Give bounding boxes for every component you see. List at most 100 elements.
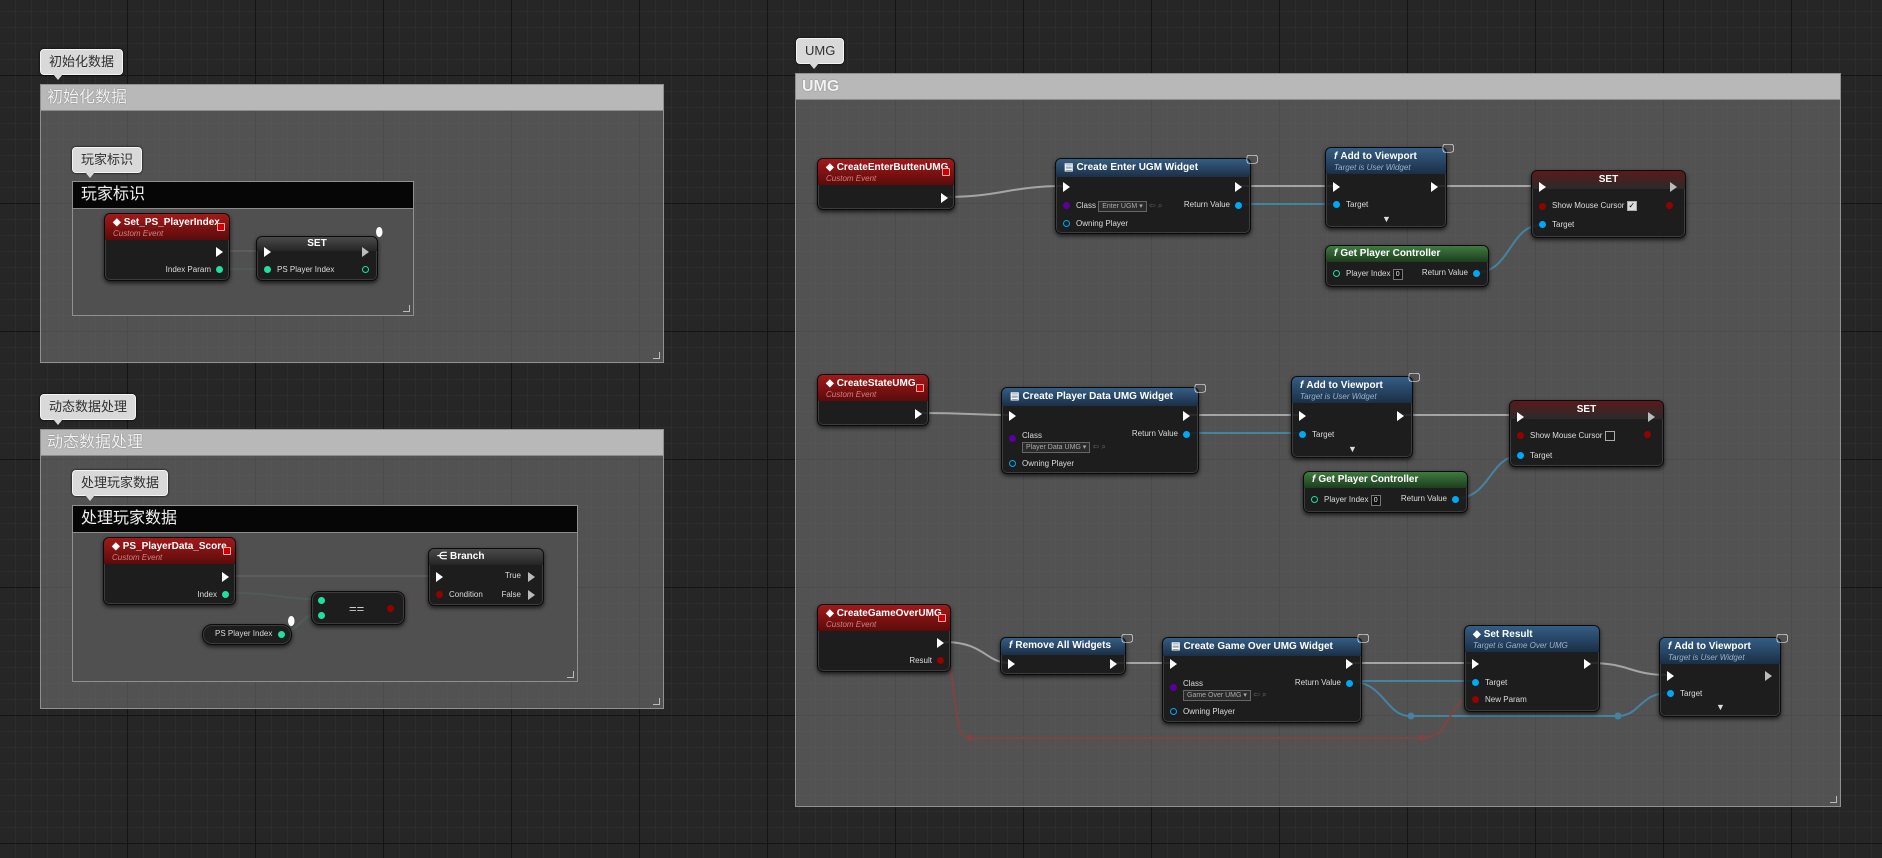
exec-out-pin-icon[interactable] — [1431, 182, 1438, 192]
exec-in-pin-icon[interactable] — [1333, 182, 1340, 192]
exec-true-pin-icon[interactable] — [528, 572, 535, 582]
bool-out-pin-icon[interactable] — [1666, 202, 1673, 209]
int-out-pin-icon[interactable] — [362, 266, 369, 273]
node-add-to-viewport-3[interactable]: f Add to Viewport Target is User Widget 🖵… — [1659, 631, 1788, 717]
node-remove-all-widgets[interactable]: f Remove All Widgets 🖵 — [1000, 631, 1133, 675]
show-mouse-cursor-checkbox[interactable]: ✓ — [1626, 201, 1637, 211]
class-select[interactable]: Enter UGM ▾ — [1098, 201, 1147, 212]
exec-in-pin-icon[interactable] — [1063, 182, 1070, 192]
object-out-pin-icon[interactable] — [1346, 680, 1353, 687]
node-create-enter-event[interactable]: ◆ CreateEnterButtenUMG Custom Event — [817, 158, 955, 210]
exec-in-pin-icon[interactable] — [1008, 659, 1015, 669]
comment-bubble-init[interactable]: 初始化数据 — [40, 49, 124, 80]
node-header[interactable]: f Get Player Controller — [1304, 472, 1467, 488]
int-out-pin-icon[interactable] — [278, 631, 285, 638]
bool-out-pin-icon[interactable] — [937, 657, 944, 664]
exec-in-pin-icon[interactable] — [1472, 659, 1479, 669]
exec-out-pin-icon[interactable] — [937, 638, 944, 648]
object-in-pin-icon[interactable] — [1333, 201, 1340, 208]
class-select[interactable]: Player Data UMG ▾ — [1022, 442, 1091, 453]
node-create-player-data-umg-widget[interactable]: ▤ Create Player Data UMG Widget 🖵 Class Pl… — [1001, 381, 1206, 474]
node-set-show-mouse-cursor-1[interactable]: SET Show Mouse Cursor ✓ Target — [1531, 170, 1686, 238]
exec-in-pin-icon[interactable] — [264, 247, 271, 257]
node-set-show-mouse-cursor-2[interactable]: SET Show Mouse Cursor Target — [1509, 400, 1664, 467]
object-in-pin-icon[interactable] — [1299, 431, 1306, 438]
node-header[interactable]: ▤ Create Enter UGM Widget — [1056, 159, 1250, 177]
int-in-pin-icon[interactable] — [1311, 496, 1318, 503]
exec-out-pin-icon[interactable] — [222, 572, 229, 582]
class-in-pin-icon[interactable] — [1009, 435, 1016, 442]
object-in-pin-icon[interactable] — [1063, 220, 1070, 227]
exec-out-pin-icon[interactable] — [362, 247, 369, 257]
node-ps-player-index-getter[interactable]: PS Player Index ⬮ — [202, 614, 295, 645]
node-create-game-over-umg-widget[interactable]: ▤ Create Game Over UMG Widget 🖵 Class Game… — [1162, 631, 1369, 723]
exec-in-pin-icon[interactable] — [1539, 182, 1546, 192]
bool-in-pin-icon[interactable] — [1539, 203, 1546, 210]
object-out-pin-icon[interactable] — [1235, 202, 1242, 209]
int-in-pin-icon[interactable] — [318, 597, 325, 604]
exec-in-pin-icon[interactable] — [436, 572, 443, 582]
comment-bubble-dynamic[interactable]: 动态数据处理 — [40, 394, 137, 425]
class-select[interactable]: Game Over UMG ▾ — [1183, 690, 1251, 701]
node-header[interactable]: SET — [1532, 171, 1685, 189]
resize-handle[interactable] — [653, 698, 660, 705]
expand-arrow-icon[interactable]: ▼ — [1382, 214, 1391, 224]
node-add-to-viewport-1[interactable]: f Add to Viewport Target is User Widget 🖵… — [1325, 141, 1454, 228]
class-in-pin-icon[interactable] — [1063, 202, 1070, 209]
comment-bubble-process[interactable]: 处理玩家数据 — [72, 470, 169, 501]
bool-in-pin-icon[interactable] — [436, 591, 443, 598]
resize-handle[interactable] — [653, 352, 660, 359]
resize-handle[interactable] — [567, 671, 574, 678]
expand-arrow-icon[interactable]: ▼ — [1716, 702, 1725, 712]
browse-icon[interactable]: ⇦ ⌕ — [1149, 201, 1162, 210]
node-header[interactable]: SET — [257, 237, 377, 251]
object-in-pin-icon[interactable] — [1009, 460, 1016, 467]
node-header[interactable]: f Add to Viewport Target is User Widget — [1660, 638, 1780, 664]
object-in-pin-icon[interactable] — [1170, 708, 1177, 715]
exec-out-pin-icon[interactable] — [216, 247, 223, 257]
exec-out-pin-icon[interactable] — [1346, 659, 1353, 669]
show-mouse-cursor-checkbox[interactable] — [1604, 431, 1615, 441]
bool-out-pin-icon[interactable] — [387, 605, 394, 612]
delegate-pin-icon[interactable] — [938, 614, 946, 622]
bool-in-pin-icon[interactable] — [1517, 432, 1524, 439]
exec-in-pin-icon[interactable] — [1009, 411, 1016, 421]
exec-in-pin-icon[interactable] — [1299, 411, 1306, 421]
resize-handle[interactable] — [403, 305, 410, 312]
int-in-pin-icon[interactable] — [318, 612, 325, 619]
exec-out-pin-icon[interactable] — [1765, 671, 1772, 681]
exec-out-pin-icon[interactable] — [1397, 411, 1404, 421]
resize-handle[interactable] — [1830, 796, 1837, 803]
node-header[interactable]: ▤ Create Player Data UMG Widget — [1002, 388, 1198, 406]
node-create-gameover-event[interactable]: ◆ CreateGameOverUMG Custom Event Result — [817, 604, 951, 672]
object-in-pin-icon[interactable] — [1539, 221, 1546, 228]
browse-icon[interactable]: ⇦ ⌕ — [1093, 442, 1106, 451]
comment-bubble-umg[interactable]: UMG — [796, 38, 845, 69]
delegate-pin-icon[interactable] — [223, 547, 231, 555]
node-header[interactable]: ◆ PS_PlayerData_Score Custom Event — [104, 538, 235, 564]
object-out-pin-icon[interactable] — [1452, 496, 1459, 503]
int-out-pin-icon[interactable] — [222, 591, 229, 598]
expand-arrow-icon[interactable]: ▼ — [1348, 444, 1357, 454]
node-create-enter-ugm-widget[interactable]: ▤ Create Enter UGM Widget 🖵 Class Enter U… — [1055, 152, 1258, 234]
node-header[interactable]: f Add to Viewport Target is User Widget — [1326, 148, 1446, 174]
exec-in-pin-icon[interactable] — [1667, 671, 1674, 681]
exec-false-pin-icon[interactable] — [528, 590, 535, 600]
exec-out-pin-icon[interactable] — [1110, 659, 1117, 669]
node-header[interactable]: ◆ CreateGameOverUMG Custom Event — [818, 605, 950, 631]
exec-out-pin-icon[interactable] — [1183, 411, 1190, 421]
player-index-input[interactable]: 0 — [1392, 269, 1403, 280]
node-header[interactable]: ▤ Create Game Over UMG Widget — [1163, 638, 1361, 656]
node-header[interactable]: f Get Player Controller — [1326, 246, 1488, 262]
object-in-pin-icon[interactable] — [1472, 679, 1479, 686]
player-index-input[interactable]: 0 — [1370, 495, 1381, 506]
node-set-ps-player-index[interactable]: SET ⬮ PS Player Index — [256, 225, 383, 281]
node-get-player-controller-2[interactable]: f Get Player Controller Player Index 0 Re… — [1303, 471, 1468, 513]
node-header[interactable]: ◆ CreateStateUMG Custom Event — [818, 375, 928, 401]
node-header[interactable]: ⋲ Branch — [429, 549, 543, 565]
node-set-ps-playerindex-event[interactable]: ◆ Set_PS_PlayerIndex Custom Event Index P… — [104, 213, 230, 281]
delegate-pin-icon[interactable] — [916, 384, 924, 392]
bool-out-pin-icon[interactable] — [1644, 431, 1651, 438]
int-in-pin-icon[interactable] — [1333, 270, 1340, 277]
object-out-pin-icon[interactable] — [1473, 270, 1480, 277]
